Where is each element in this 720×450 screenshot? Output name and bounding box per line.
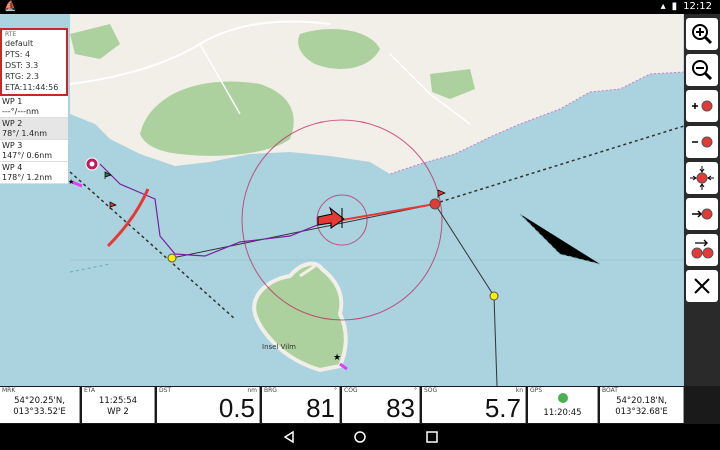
remove-waypoint-icon [692, 136, 713, 148]
chart-map[interactable]: ★ ★ Insel Vilm RTE default PTS: 4 DST: 3… [0, 14, 684, 386]
system-nav-bar [0, 424, 720, 450]
status-time: 12:12 [683, 1, 712, 12]
list-item[interactable]: WP 4 178°/ 1.2nm [0, 162, 68, 184]
gps-time: 11:20:45 [543, 408, 582, 418]
remove-waypoint-button[interactable] [686, 126, 718, 158]
waypoint-list[interactable]: WP 1 ---°/---nm WP 2 78°/ 1.4nm WP 3 147… [0, 96, 68, 184]
gps-label: GPS [530, 387, 543, 394]
list-item[interactable]: WP 1 ---°/---nm [0, 96, 68, 118]
route-header: RTE [5, 31, 17, 38]
waypoint-name: WP 2 [2, 119, 23, 128]
waypoint-info: 178°/ 1.2nm [2, 173, 53, 182]
mrk-lon: 013°33.52'E [13, 407, 66, 417]
route-rtg: RTG: 2.3 [5, 72, 40, 81]
gps-status-icon [558, 393, 568, 403]
brg-value: 81 [306, 393, 335, 423]
route-points: PTS: 4 [5, 50, 31, 59]
zoom-in-button[interactable] [686, 18, 718, 50]
waypoint-name: WP 4 [2, 163, 23, 172]
list-item[interactable]: WP 3 147°/ 0.6nm [0, 140, 68, 162]
svg-text:★: ★ [333, 353, 341, 363]
sog-value: 5.7 [484, 393, 521, 423]
eta-time: 11:25:54 [98, 396, 138, 406]
eta-label: ETA [84, 387, 96, 394]
eta-waypoint: WP 2 [107, 407, 129, 417]
boat-icon [317, 206, 345, 229]
back-icon[interactable] [282, 430, 296, 444]
close-icon [694, 278, 710, 294]
zoom-out-button[interactable] [686, 54, 718, 86]
add-waypoint-button[interactable] [686, 90, 718, 122]
signal-icon: ▴ [660, 1, 666, 12]
dst-cell[interactable]: DST nm 0.5 [157, 387, 260, 423]
route-info-box[interactable]: RTE default PTS: 4 DST: 3.3 RTG: 2.3 ETA… [0, 28, 68, 96]
cog-value: 83 [386, 393, 415, 423]
boat-cell[interactable]: BOAT 54°20.18'N, 013°32.68'E [600, 387, 684, 423]
instrument-bar: MRK 54°20.25'N, 013°33.52'E ETA 11:25:54 W… [0, 386, 720, 424]
center-boat-icon [690, 166, 714, 190]
waypoint-name: WP 3 [2, 141, 23, 150]
heading-arc [106, 188, 150, 248]
mrk-cell[interactable]: MRK 54°20.25'N, 013°33.52'E [0, 387, 80, 423]
mrk-label: MRK [2, 387, 16, 394]
goto-waypoint-icon [692, 208, 713, 220]
list-item[interactable]: WP 2 78°/ 1.4nm [0, 118, 68, 140]
center-boat-button[interactable] [686, 162, 718, 194]
svg-text:★: ★ [68, 178, 74, 186]
boat-lon: 013°32.68'E [615, 407, 668, 417]
status-bar: ⛵ ▴ ▮ 12:12 [0, 0, 720, 14]
brg-label: BRG [264, 387, 277, 394]
route-waypoints-button[interactable] [686, 234, 718, 266]
home-icon[interactable] [353, 430, 367, 444]
zoom-out-icon [692, 60, 713, 81]
sog-cell[interactable]: SOG kn 5.7 [422, 387, 526, 423]
sog-label: SOG [424, 387, 438, 394]
goto-waypoint-button[interactable] [686, 198, 718, 230]
waypoint-marker [167, 253, 177, 263]
brg-cell[interactable]: BRG ° 81 [262, 387, 340, 423]
route-name: default [5, 39, 34, 48]
cog-label: COG [344, 387, 358, 394]
eta-cell[interactable]: ETA 11:25:54 WP 2 [82, 387, 155, 423]
app-notification-icon: ⛵ [4, 1, 17, 12]
boat-label: BOAT [602, 387, 618, 394]
waypoint-marker [489, 291, 499, 301]
route-waypoints-icon [691, 239, 714, 259]
add-waypoint-icon [692, 100, 713, 112]
waypoint-info: 147°/ 0.6nm [2, 151, 53, 160]
boat-lat: 54°20.18'N, [616, 396, 667, 406]
waypoint-info: 78°/ 1.4nm [2, 129, 48, 138]
island-label: Insel Vilm [262, 343, 296, 351]
route-eta: ETA:11:44:56 [5, 83, 59, 92]
battery-icon: ▮ [671, 1, 678, 12]
waypoint-marker [429, 198, 441, 210]
waypoint-info: ---°/---nm [2, 107, 39, 116]
cog-cell[interactable]: COG ° 83 [342, 387, 420, 423]
zoom-in-icon [692, 24, 713, 45]
dst-value: 0.5 [218, 393, 255, 423]
waypoint-name: WP 1 [2, 97, 23, 106]
close-button[interactable] [686, 270, 718, 302]
recents-icon[interactable] [425, 430, 439, 444]
route-distance: DST: 3.3 [5, 61, 39, 70]
mrk-lat: 54°20.25'N, [14, 396, 65, 406]
dst-label: DST [159, 387, 172, 394]
toolbar [684, 14, 720, 386]
gps-cell[interactable]: GPS 11:20:45 [528, 387, 598, 423]
